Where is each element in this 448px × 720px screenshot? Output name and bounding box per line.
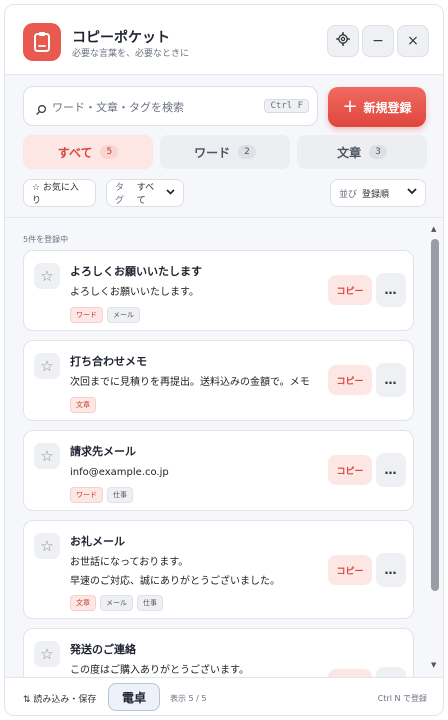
- entry-list: 5件を登録中 ☆ よろしくお願いいたします よろしくお願いいたします。 ワード …: [5, 217, 443, 677]
- item-title: 発送のご連絡: [70, 643, 136, 656]
- list-status: 5件を登録中: [23, 235, 69, 244]
- list-item[interactable]: ☆ 打ち合わせメモ 次回までに見積りを再提出。送料込みの金額で。メモ 文章 コピ…: [23, 340, 414, 421]
- sort-value: 登録順: [362, 189, 390, 200]
- item-tags: ワード メール: [70, 307, 140, 323]
- list-item[interactable]: ☆ 請求先メール info@example.co.jp ワード 仕事 コピー …: [23, 430, 414, 511]
- search-box[interactable]: Ctrl F: [23, 86, 318, 126]
- import-export-button[interactable]: ⇅ 読み込み・保存: [23, 692, 96, 705]
- footer: ⇅ 読み込み・保存 電卓 表示 5 / 5 Ctrl N で登録: [5, 677, 443, 715]
- favorites-filter-label: ☆ お気に入り: [32, 183, 79, 206]
- more-options-button[interactable]: …: [376, 553, 406, 587]
- scroll-down-arrow-icon[interactable]: ▼: [431, 661, 436, 669]
- search-shortcut-badge: Ctrl F: [264, 99, 309, 113]
- item-title: 打ち合わせメモ: [70, 355, 147, 368]
- item-body-line: 次回までに見積りを再提出。送料込みの金額で。メモ: [70, 377, 310, 388]
- item-tags: 文章 メール 仕事: [70, 595, 163, 611]
- tab-words[interactable]: ワード 2: [160, 135, 290, 169]
- minimize-button[interactable]: −: [362, 25, 394, 57]
- app-window: コピーポケット 必要な言葉を、必要なときに − × ワード・文章・タグを検索 C…: [4, 4, 444, 716]
- scrollbar-thumb[interactable]: [431, 239, 439, 591]
- list-item[interactable]: ☆ 発送のご連絡 この度はご購入ありがとうございます。 コピー …: [23, 628, 414, 677]
- more-options-button[interactable]: …: [376, 273, 406, 307]
- chevron-down-icon: [166, 188, 175, 198]
- minimize-icon: −: [372, 33, 384, 49]
- close-button[interactable]: ×: [397, 25, 429, 57]
- item-title: 請求先メール: [70, 445, 136, 458]
- star-icon[interactable]: ☆: [34, 353, 60, 379]
- tag: 仕事: [137, 595, 163, 611]
- copy-button[interactable]: コピー: [328, 455, 372, 485]
- copy-button[interactable]: コピー: [328, 555, 372, 585]
- clipboard-icon: [23, 23, 61, 61]
- copy-button[interactable]: コピー: [328, 365, 372, 395]
- settings-button[interactable]: [327, 25, 359, 57]
- chevron-down-icon: [407, 188, 417, 198]
- item-title: よろしくお願いいたします: [70, 265, 202, 278]
- more-options-button[interactable]: …: [376, 667, 406, 677]
- star-icon[interactable]: ☆: [34, 263, 60, 289]
- favorites-filter-button[interactable]: ☆ お気に入り: [23, 179, 96, 207]
- tag-filter-select[interactable]: タグ すべて: [106, 179, 184, 207]
- copy-button[interactable]: コピー: [328, 669, 372, 677]
- tab-count-badge: 3: [369, 145, 387, 159]
- item-body-line: info@example.co.jp: [70, 467, 169, 478]
- close-icon: ×: [407, 33, 419, 49]
- tag: メール: [100, 595, 133, 611]
- item-title: お礼メール: [70, 535, 125, 548]
- tag: 文章: [70, 595, 96, 611]
- item-body: info@example.co.jp: [70, 463, 320, 482]
- new-entry-label: 新規登録: [363, 100, 412, 115]
- item-body-line: 早速のご対応、誠にありがとうございました。: [70, 576, 280, 587]
- tag: メール: [107, 307, 140, 323]
- item-body: よろしくお願いいたします。: [70, 283, 320, 302]
- gear-icon: [336, 32, 350, 50]
- tag: ワード: [70, 307, 103, 323]
- calculator-button[interactable]: 電卓: [108, 683, 160, 711]
- tag-filter-value: すべて: [136, 183, 155, 206]
- tab-label: すべて: [57, 145, 93, 160]
- item-body-line: よろしくお願いいたします。: [70, 287, 199, 298]
- tab-count-badge: 2: [238, 145, 256, 159]
- item-body-line: この度はご購入ありがとうございます。: [70, 665, 249, 676]
- more-options-button[interactable]: …: [376, 453, 406, 487]
- header: コピーポケット 必要な言葉を、必要なときに − ×: [5, 5, 443, 75]
- plus-icon: +: [342, 96, 358, 117]
- item-body: この度はご購入ありがとうございます。: [70, 661, 320, 677]
- scroll-up-arrow-icon[interactable]: ▲: [431, 225, 436, 233]
- tab-all[interactable]: すべて 5: [23, 135, 153, 169]
- shortcut-hint: Ctrl N で登録: [377, 694, 427, 703]
- tag: ワード: [70, 487, 103, 503]
- star-icon[interactable]: ☆: [34, 533, 60, 559]
- search-input[interactable]: [52, 96, 262, 118]
- sort-prefix: 並び: [339, 189, 358, 200]
- tab-label: ワード: [194, 145, 231, 160]
- tag-filter-prefix: タグ: [115, 183, 125, 206]
- star-icon[interactable]: ☆: [34, 443, 60, 469]
- item-tags: ワード 仕事: [70, 487, 133, 503]
- item-tags: 文章: [70, 397, 96, 413]
- item-body-line: お世話になっております。: [70, 557, 189, 568]
- copy-button[interactable]: コピー: [328, 275, 372, 305]
- tag: 仕事: [107, 487, 133, 503]
- scrollbar[interactable]: ▲ ▼: [430, 225, 440, 675]
- tag: 文章: [70, 397, 96, 413]
- sort-select[interactable]: 並び 登録順: [330, 179, 426, 207]
- item-body: お世話になっております。 早速のご対応、誠にありがとうございました。: [70, 553, 320, 591]
- item-body: 次回までに見積りを再提出。送料込みの金額で。メモ: [70, 373, 320, 392]
- list-item[interactable]: ☆ よろしくお願いいたします よろしくお願いいたします。 ワード メール コピー…: [23, 250, 414, 331]
- display-count: 表示 5 / 5: [170, 694, 207, 703]
- app-subtitle: 必要な言葉を、必要なときに: [72, 49, 190, 59]
- more-options-button[interactable]: …: [376, 363, 406, 397]
- star-icon[interactable]: ☆: [34, 641, 60, 667]
- tab-count-badge: 5: [100, 145, 119, 159]
- new-entry-button[interactable]: + 新規登録: [328, 87, 426, 127]
- app-title: コピーポケット: [72, 30, 170, 46]
- list-item[interactable]: ☆ お礼メール お世話になっております。 早速のご対応、誠にありがとうございまし…: [23, 520, 414, 619]
- search-icon: [36, 100, 47, 119]
- tab-sentences[interactable]: 文章 3: [297, 135, 427, 169]
- tab-label: 文章: [337, 145, 362, 160]
